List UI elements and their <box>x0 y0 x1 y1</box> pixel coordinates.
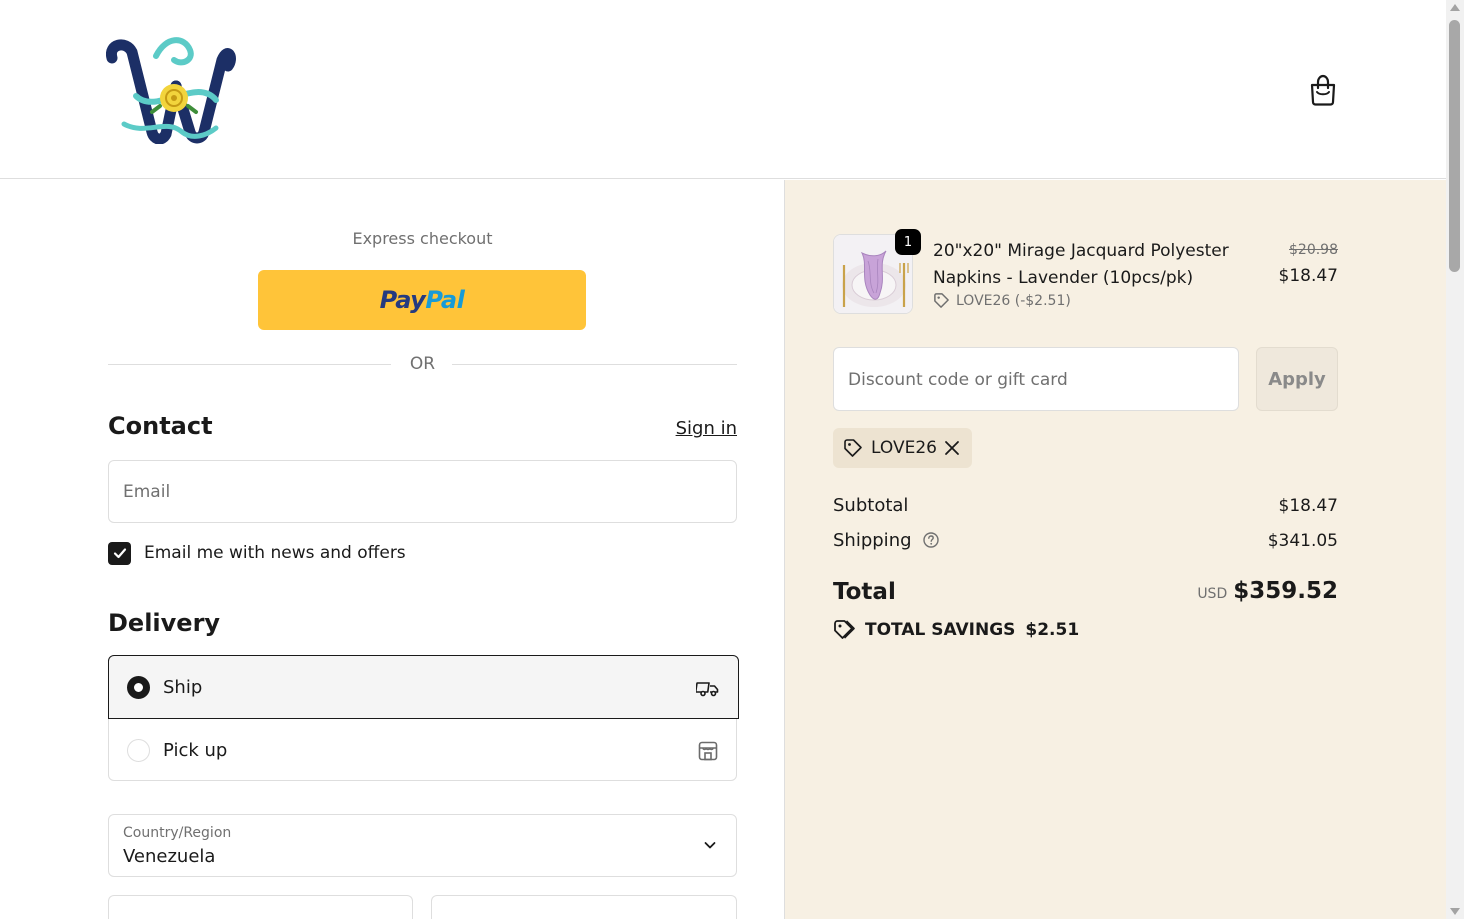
newsletter-label: Email me with news and offers <box>144 543 406 563</box>
page-scrollbar[interactable] <box>1446 0 1464 919</box>
sign-in-link[interactable]: Sign in <box>668 418 737 439</box>
quantity-badge: 1 <box>895 229 921 255</box>
country-value: Venezuela <box>123 846 216 867</box>
ship-radio[interactable] <box>127 675 150 699</box>
total-label: Total <box>833 579 896 605</box>
tag-icon <box>934 293 949 308</box>
newsletter-checkbox[interactable] <box>108 541 131 565</box>
country-label: Country/Region <box>123 825 232 841</box>
applied-discount-chip: LOVE26 <box>833 428 972 468</box>
savings-label: TOTAL SAVINGS <box>865 620 1016 640</box>
current-price: $18.47 <box>1278 266 1338 286</box>
total-value: $359.52 <box>1233 578 1338 604</box>
product-discount: LOVE26 (-$2.51) <box>933 292 1071 309</box>
shipping-label: Shipping <box>833 530 912 551</box>
savings-tag-icon <box>834 620 855 639</box>
discount-code-placeholder: Discount code or gift card <box>848 370 1068 390</box>
checkout-form-panel: Express checkout Pay Pal OR Contact Sign … <box>0 180 785 919</box>
paypal-button[interactable]: Pay Pal <box>258 270 586 330</box>
tag-icon <box>844 439 862 457</box>
close-icon[interactable] <box>944 440 960 456</box>
shipping-row: Shipping <box>833 530 939 551</box>
apply-button[interactable]: Apply <box>1256 347 1338 411</box>
pickup-label: Pick up <box>163 740 228 761</box>
delivery-option-pickup[interactable]: Pick up <box>109 719 738 782</box>
email-placeholder: Email <box>123 482 171 502</box>
delivery-heading: Delivery <box>108 609 221 637</box>
shopping-bag-icon[interactable] <box>1308 74 1338 106</box>
product-name: 20"x20" Mirage Jacquard Polyester Napkin… <box>933 241 1229 288</box>
or-divider: OR <box>108 352 737 376</box>
delivery-option-ship[interactable]: Ship <box>108 655 739 719</box>
paypal-logo-pay: Pay <box>379 286 426 314</box>
email-field[interactable]: Email <box>108 460 737 523</box>
paypal-logo-pal: Pal <box>425 286 465 314</box>
shipping-value: $341.05 <box>1267 531 1338 551</box>
last-name-field[interactable] <box>431 895 737 919</box>
pickup-radio[interactable] <box>127 739 150 762</box>
scroll-down-arrow[interactable] <box>1450 908 1460 915</box>
store-icon <box>698 741 718 761</box>
monogram-logo[interactable] <box>105 36 236 145</box>
first-name-field[interactable] <box>108 895 413 919</box>
chevron-down-icon <box>704 842 716 849</box>
subtotal-value: $18.47 <box>1278 496 1338 516</box>
country-select[interactable]: Country/Region Venezuela <box>108 814 737 877</box>
product-discount-text: LOVE26 (-$2.51) <box>956 292 1071 309</box>
applied-discount-code: LOVE26 <box>871 438 937 458</box>
contact-heading: Contact <box>108 412 213 440</box>
help-icon[interactable] <box>923 532 939 548</box>
checkmark-icon <box>113 548 126 559</box>
newsletter-row: Email me with news and offers <box>108 541 406 565</box>
delivery-options: Ship Pick up <box>108 655 739 782</box>
total-row: USD $359.52 <box>1038 578 1338 604</box>
express-checkout-title: Express checkout <box>352 229 493 248</box>
total-savings: TOTAL SAVINGS $2.51 <box>833 619 1079 641</box>
scroll-up-arrow[interactable] <box>1450 4 1460 11</box>
savings-value: $2.51 <box>1025 620 1080 640</box>
total-currency: USD <box>1197 586 1228 602</box>
ship-label: Ship <box>163 676 203 698</box>
subtotal-label: Subtotal <box>833 495 909 516</box>
truck-icon <box>696 682 719 697</box>
or-line-right <box>452 364 737 365</box>
scroll-thumb[interactable] <box>1449 20 1460 272</box>
original-price: $20.98 <box>1289 242 1338 258</box>
discount-code-input[interactable]: Discount code or gift card <box>833 347 1239 411</box>
site-header <box>0 0 1446 179</box>
